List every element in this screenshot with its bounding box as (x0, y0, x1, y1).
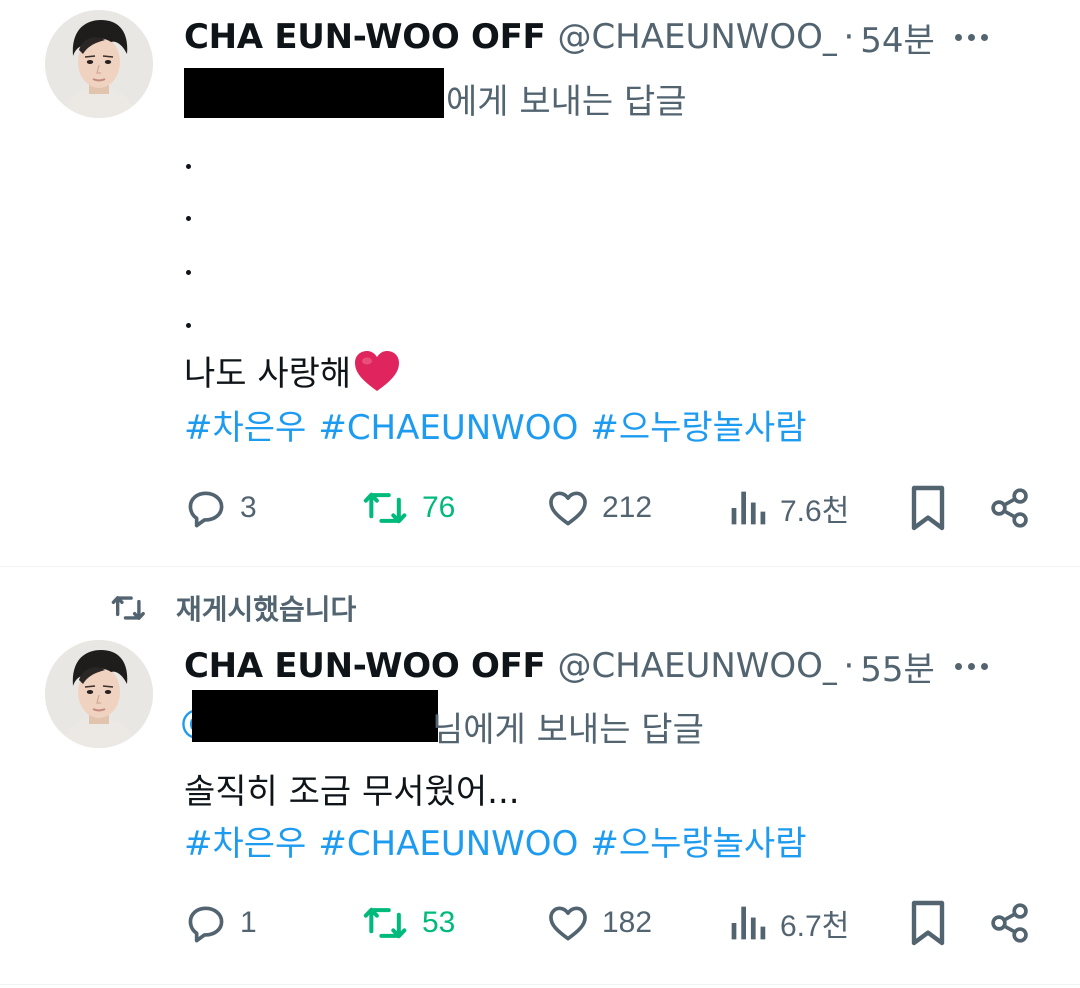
author-handle[interactable]: @CHAEUNWOO_OFFICIAL (557, 17, 837, 57)
heart-icon (355, 350, 400, 391)
like-button[interactable]: 212 (546, 478, 652, 538)
retweet-header: 재게시했습니다 (108, 586, 356, 630)
like-count: 212 (602, 491, 653, 524)
redacted-block (184, 68, 444, 118)
bookmark-button[interactable] (908, 893, 948, 953)
separator: · (843, 646, 855, 686)
reply-to-label: 에게 보내는 답글 (446, 82, 687, 122)
views-count: 6.7천 (780, 910, 850, 943)
retweet-count: 76 (422, 491, 456, 524)
share-icon (991, 488, 1028, 528)
action-bar: 1 53 182 6.7천 (184, 893, 1040, 953)
share-button[interactable] (988, 478, 1032, 538)
share-icon (991, 903, 1028, 943)
retweet-button[interactable]: 53 (362, 893, 455, 953)
author-name[interactable]: CHA EUN-WOO OFF (184, 17, 546, 57)
tweet[interactable]: CHA EUN-WOO OFF @CHAEUNWOO_OFFICIAL · 54… (0, 0, 1080, 566)
avatar[interactable] (45, 10, 153, 118)
author-name[interactable]: CHA EUN-WOO OFF (184, 646, 546, 686)
reply-button[interactable]: 1 (184, 893, 257, 953)
redacted-block (192, 690, 438, 742)
views-icon (731, 906, 766, 940)
timestamp[interactable]: 55분 (860, 642, 935, 691)
tweet-header: CHA EUN-WOO OFF @CHAEUNWOO_OFFICIAL · 55… (184, 641, 1040, 691)
retweet-label[interactable]: 재게시했습니다 (176, 588, 356, 628)
body-line-dot (186, 323, 191, 328)
tweet-body: 나도 사랑해 (184, 346, 401, 395)
author-handle[interactable]: @CHAEUNWOO_OFFICIAL (557, 646, 837, 686)
hashtags: #차은우 #CHAEUNWOO #으누랑놀사람 (184, 816, 819, 865)
retweet-icon (363, 907, 407, 939)
tweet-body: 솔직히 조금 무서웠어... (184, 772, 520, 812)
hashtag-link[interactable]: #차은우 (184, 824, 306, 864)
reply-count: 1 (240, 906, 257, 939)
retweet-icon (111, 596, 145, 620)
profile-photo (45, 640, 153, 748)
views-icon (731, 491, 766, 525)
views-button[interactable]: 7.6천 (728, 478, 849, 538)
reply-count: 3 (240, 491, 257, 524)
reply-icon (188, 906, 224, 943)
timestamp[interactable]: 54분 (860, 13, 935, 62)
retweet-icon (363, 492, 407, 524)
hashtag-link[interactable]: #CHAEUNWOO (318, 408, 578, 448)
tweet-header: CHA EUN-WOO OFF @CHAEUNWOO_OFFICIAL · 54… (184, 12, 1040, 62)
reply-button[interactable]: 3 (184, 478, 257, 538)
bookmark-icon (911, 900, 945, 946)
share-button[interactable] (988, 893, 1032, 953)
views-count: 7.6천 (780, 495, 850, 528)
hashtag-link[interactable]: #CHAEUNWOO (318, 824, 578, 864)
hashtag-link[interactable]: #으누랑놀사람 (590, 408, 806, 448)
reply-to-label: 님에게 보내는 답글 (432, 710, 704, 750)
retweet-count: 53 (422, 906, 456, 939)
body-line-dot (186, 164, 191, 169)
reply-icon (188, 491, 224, 528)
action-bar: 3 76 212 7.6천 (184, 478, 1040, 538)
separator: · (843, 17, 855, 57)
like-button[interactable]: 182 (546, 893, 652, 953)
divider (0, 984, 1080, 985)
bookmark-icon (911, 485, 945, 531)
avatar[interactable] (45, 640, 153, 748)
more-options-icon[interactable] (955, 12, 988, 62)
body-text: 나도 사랑해 (184, 354, 352, 394)
bookmark-button[interactable] (908, 478, 948, 538)
hashtag-link[interactable]: #차은우 (184, 408, 306, 448)
hashtag-link[interactable]: #으누랑놀사람 (590, 824, 806, 864)
hashtags: #차은우 #CHAEUNWOO #으누랑놀사람 (184, 400, 819, 449)
like-count: 182 (602, 906, 653, 939)
views-button[interactable]: 6.7천 (728, 893, 849, 953)
like-icon (549, 906, 587, 941)
profile-photo (45, 10, 153, 118)
like-icon (549, 491, 587, 526)
body-line-dot (186, 216, 191, 221)
more-options-icon[interactable] (955, 641, 988, 691)
body-line-dot (186, 270, 191, 275)
retweet-button[interactable]: 76 (362, 478, 455, 538)
